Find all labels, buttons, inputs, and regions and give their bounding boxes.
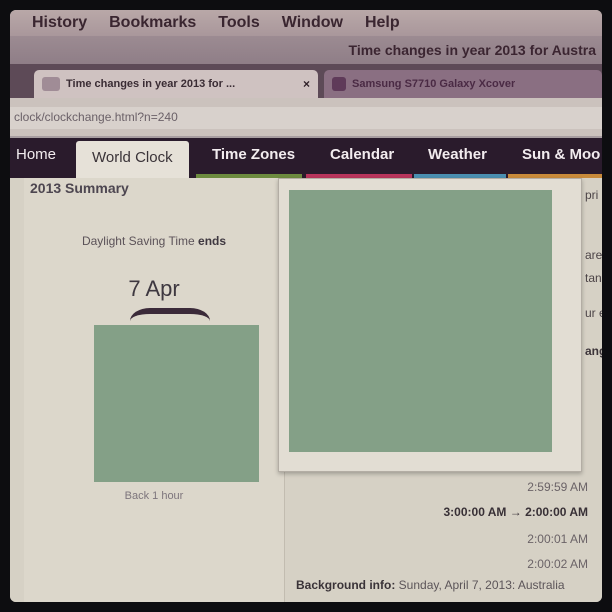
text-fragment: tand <box>585 271 602 285</box>
summary-heading: 2013 Summary <box>30 180 129 196</box>
page-favicon-icon <box>332 77 346 91</box>
address-bar: clock/clockchange.html?n=240 <box>10 98 602 138</box>
text-fragment: ang <box>585 344 602 358</box>
menu-help[interactable]: Help <box>365 14 400 32</box>
tab-label: Time changes in year 2013 for ... <box>66 78 236 90</box>
background-text: Sunday, April 7, 2013: Australia <box>398 578 565 592</box>
dst-date: 7 Apr <box>128 276 180 301</box>
dst-ends: ends <box>198 234 227 248</box>
redacted-region <box>289 190 552 452</box>
photo-frame: History Bookmarks Tools Window Help Time… <box>10 10 602 602</box>
window-title: Time changes in year 2013 for Austra <box>348 42 596 58</box>
menu-window[interactable]: Window <box>282 14 343 32</box>
dst-status: Daylight Saving Time ends <box>24 234 284 248</box>
text-fragment: pri <box>585 188 599 202</box>
menu-history[interactable]: History <box>32 14 87 32</box>
clock-favicon-icon <box>42 77 60 91</box>
text-fragment: ur e <box>585 306 602 320</box>
url-input[interactable]: clock/clockchange.html?n=240 <box>10 107 602 129</box>
time-row: 2:59:59 AM <box>527 480 588 494</box>
nav-time-zones[interactable]: Time Zones <box>212 146 295 163</box>
dst-label: Daylight Saving Time <box>81 234 195 248</box>
url-text: clock/clockchange.html?n=240 <box>14 110 178 124</box>
nav-home[interactable]: Home <box>16 146 56 163</box>
time-row: 2:00:01 AM <box>527 532 588 546</box>
tab-label: Samsung S7710 Galaxy Xcover <box>352 78 516 90</box>
background-label: Background info: <box>296 578 396 592</box>
nav-world-clock[interactable]: World Clock <box>76 141 189 181</box>
background-info: Background info: Sunday, April 7, 2013: … <box>296 578 565 592</box>
nav-calendar[interactable]: Calendar <box>330 146 394 163</box>
text-fragment: are <box>585 248 602 262</box>
time-row: 2:00:02 AM <box>527 557 588 571</box>
time-row-change: 3:00:00 AM → 2:00:00 AM <box>443 505 589 519</box>
menu-tools[interactable]: Tools <box>218 14 259 32</box>
tab-strip: Time changes in year 2013 for ... × Sams… <box>10 64 602 98</box>
summary-panel: 2013 Summary Daylight Saving Time ends 7… <box>24 178 285 602</box>
popup-overlay[interactable] <box>278 178 582 472</box>
change-note: Back 1 hour <box>124 490 184 502</box>
redacted-region <box>94 325 259 482</box>
menu-bookmarks[interactable]: Bookmarks <box>109 14 196 32</box>
site-navigation: Home World Clock Time Zones Calendar Wea… <box>10 138 602 181</box>
tab-samsung[interactable]: Samsung S7710 Galaxy Xcover <box>324 70 602 98</box>
nav-sun-moon[interactable]: Sun & Moo <box>522 146 600 163</box>
close-icon[interactable]: × <box>303 77 310 91</box>
menu-bar: History Bookmarks Tools Window Help <box>10 10 602 36</box>
nav-weather[interactable]: Weather <box>428 146 487 163</box>
tab-time-changes[interactable]: Time changes in year 2013 for ... × <box>34 70 318 98</box>
window-title-bar: Time changes in year 2013 for Austra <box>10 36 602 64</box>
